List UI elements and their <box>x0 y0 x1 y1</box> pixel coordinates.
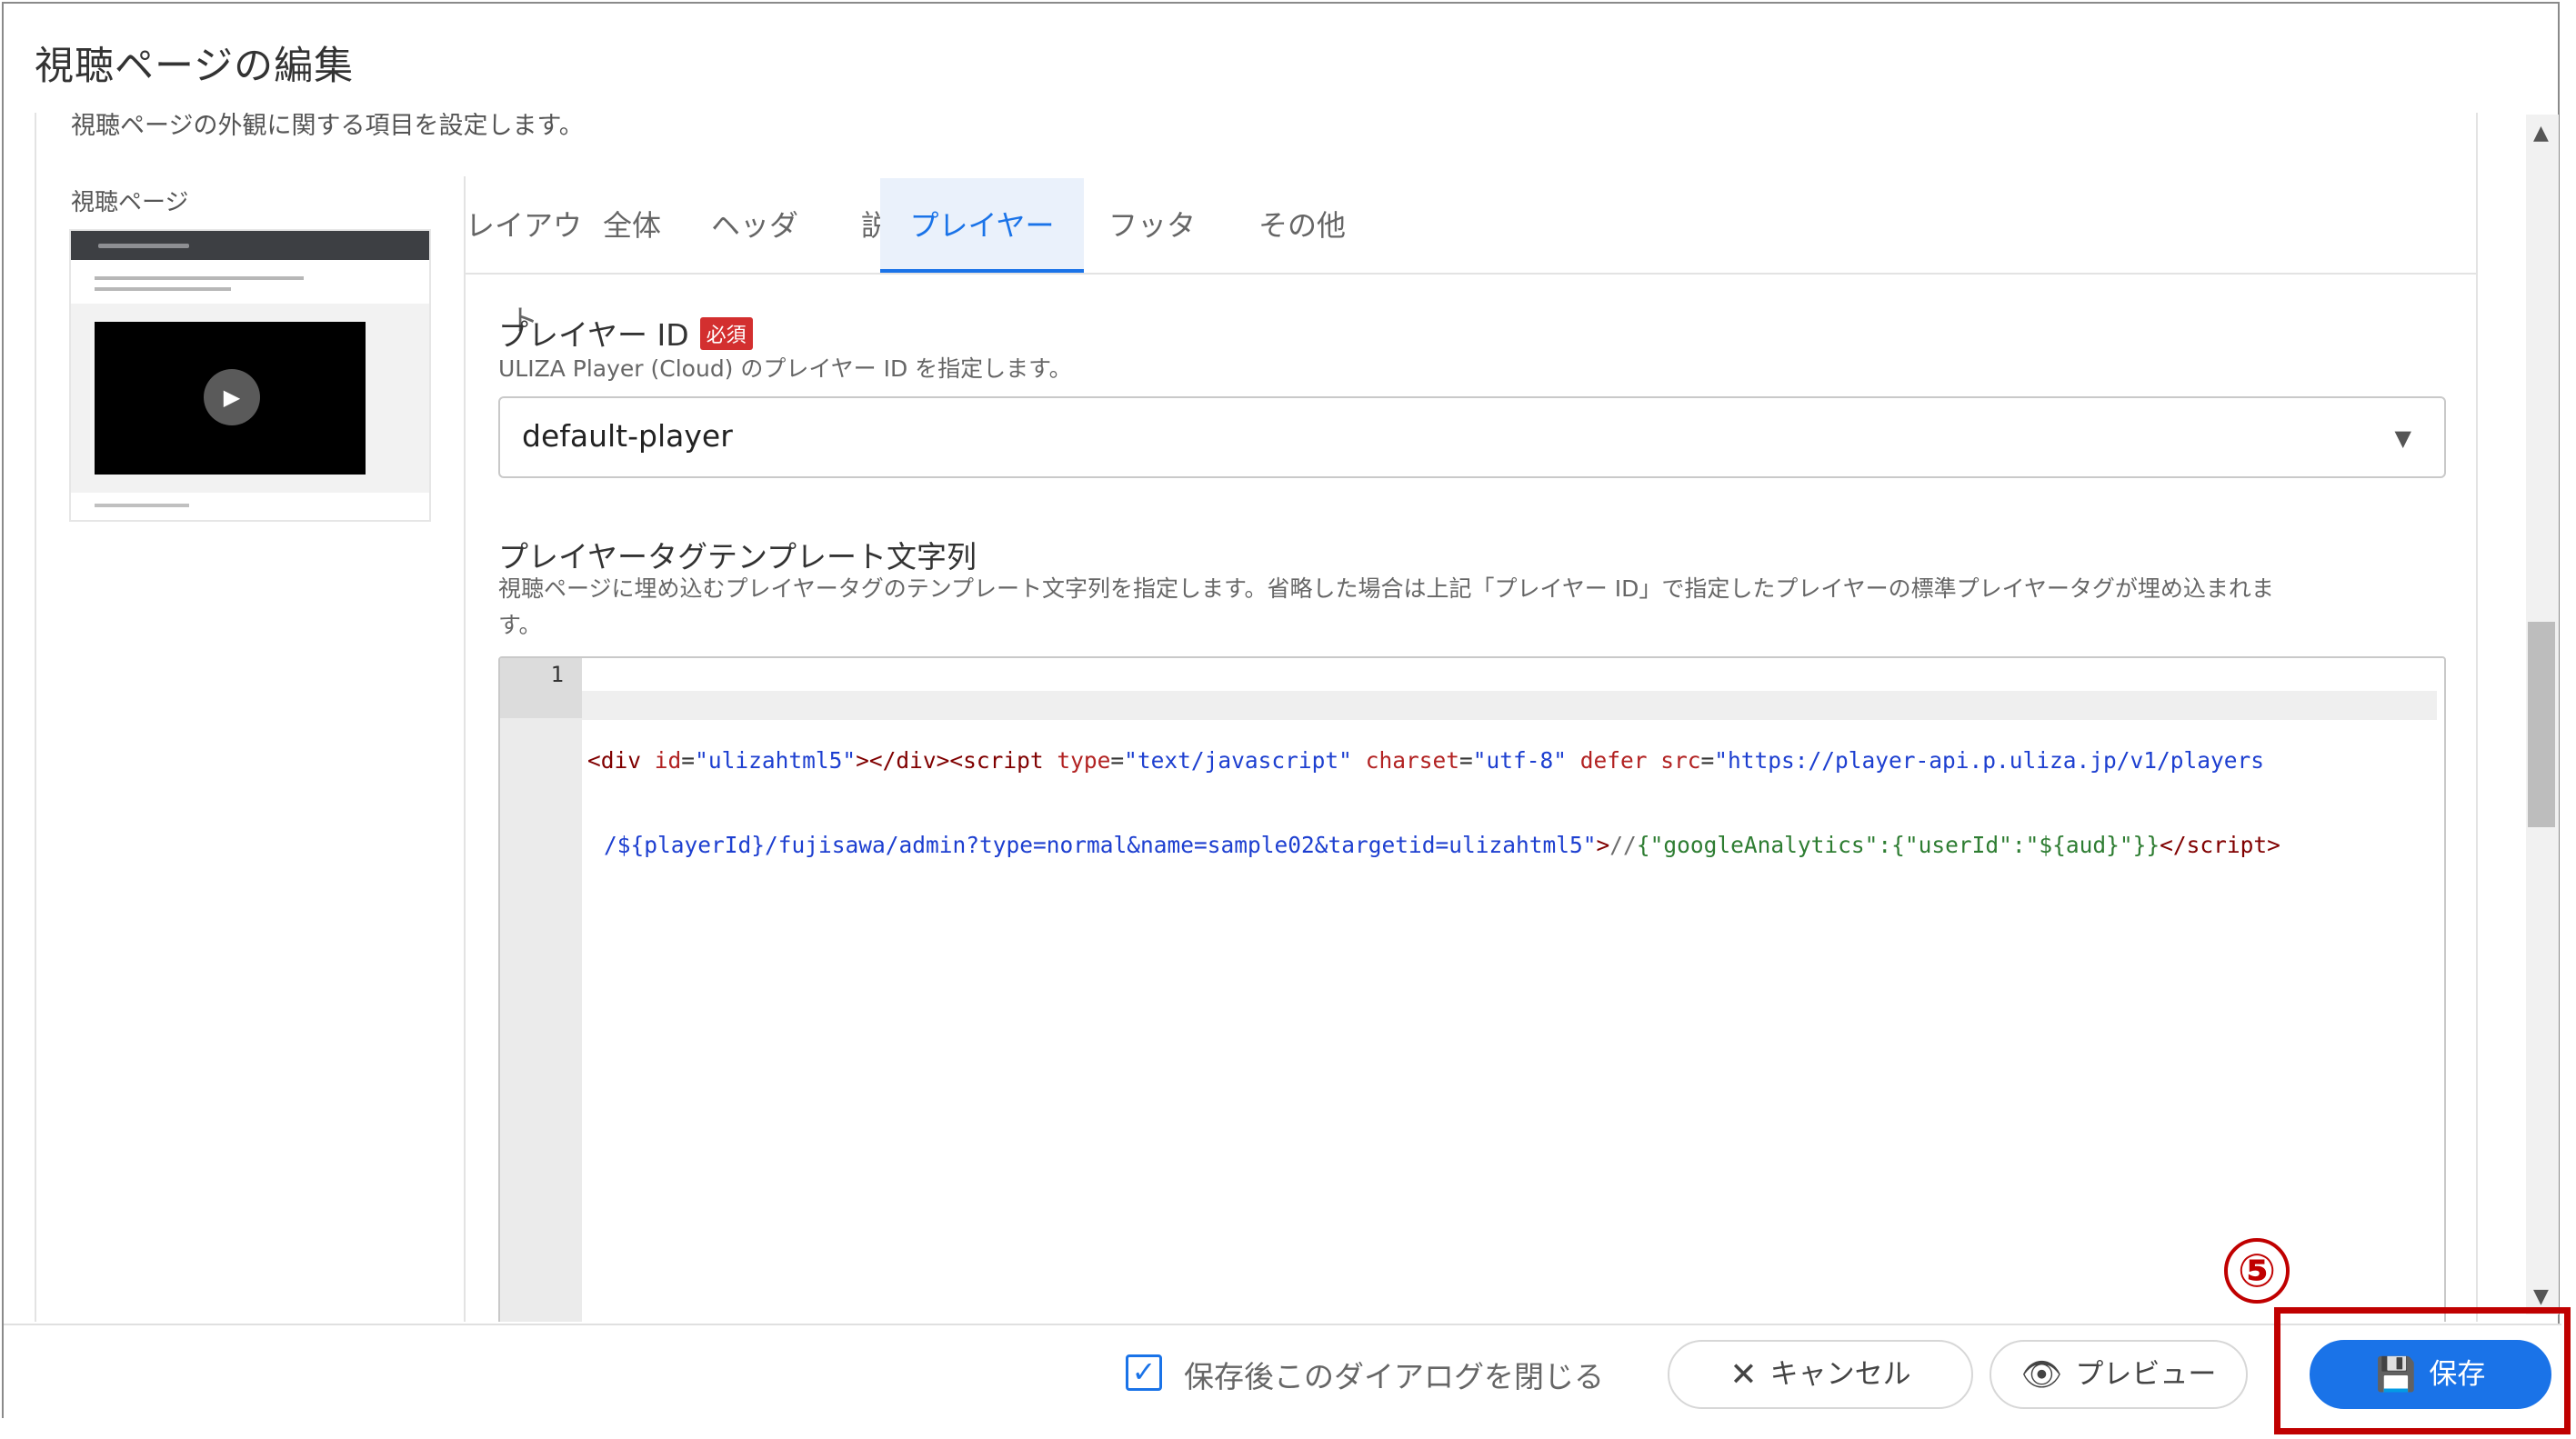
tab-layout[interactable]: レイアウト <box>466 178 582 337</box>
tab-footer[interactable]: フッタ <box>1084 178 1220 273</box>
page-preview-thumbnail: ▶ <box>69 229 431 522</box>
thumbnail-line <box>95 504 189 507</box>
checkmark-icon: ✓ <box>1131 1354 1157 1389</box>
dialog-title: 視聴ページの編集 <box>35 44 355 89</box>
thumbnail-video: ▶ <box>95 322 366 475</box>
preview-label: 視聴ページ <box>71 189 189 216</box>
cancel-button-label: キャンセル <box>1769 1358 1911 1391</box>
close-after-save-label[interactable]: 保存後このダイアログを閉じる <box>1184 1353 1604 1396</box>
eye-icon: 👁 <box>2020 1356 2063 1394</box>
thumbnail-line <box>95 287 231 291</box>
thumbnail-line <box>95 276 304 280</box>
player-id-label-text: プレイヤー ID <box>498 317 689 353</box>
template-help-line1: 視聴ページに埋め込むプレイヤータグのテンプレート文字列を指定します。省略した場合… <box>498 575 2274 602</box>
play-icon: ▶ <box>204 369 260 425</box>
template-help-line2: す。 <box>498 612 542 638</box>
template-code-editor[interactable]: 1 <div id="ulizahtml5"></div><script typ… <box>498 656 2446 1322</box>
edit-viewing-page-dialog: 視聴ページの編集 視聴ページの外観に関する項目を設定します。 視聴ページ ▶ レ… <box>2 2 2561 1418</box>
tab-player[interactable]: プレイヤー <box>880 178 1084 273</box>
required-badge: 必須 <box>699 317 753 350</box>
tab-general[interactable]: 全体 <box>582 178 682 273</box>
template-label: プレイヤータグテンプレート文字列 <box>498 539 977 575</box>
close-icon: ✕ <box>1729 1356 1758 1394</box>
code-line-1-wrap: /${playerId}/fujisawa/admin?type=normal&… <box>604 832 2280 858</box>
tab-header[interactable]: ヘッダ <box>682 178 827 273</box>
code-content[interactable]: <div id="ulizahtml5"></div><script type=… <box>582 662 2442 915</box>
line-number: 1 <box>550 662 564 687</box>
player-id-select[interactable]: default-player ▼ <box>498 396 2446 478</box>
preview-button[interactable]: 👁 プレビュー <box>1990 1340 2248 1409</box>
line-number-gutter: 1 <box>500 658 582 1322</box>
close-after-save-checkbox[interactable]: ✓ <box>1126 1354 1162 1391</box>
save-button-highlight-box <box>2274 1307 2571 1434</box>
column-divider <box>464 176 466 1322</box>
code-line-1: <div id="ulizahtml5"></div><script type=… <box>587 747 2265 774</box>
preview-button-label: プレビュー <box>2075 1358 2217 1391</box>
player-id-help: ULIZA Player (Cloud) のプレイヤー ID を指定します。 <box>498 355 1072 382</box>
settings-tabs: レイアウト 全体 ヘッダ 説明文 プレイヤー フッタ その他 <box>466 178 2476 337</box>
thumbnail-header-bar <box>71 231 429 260</box>
tab-other[interactable]: その他 <box>1220 178 1384 273</box>
dialog-content: 視聴ページの外観に関する項目を設定します。 視聴ページ ▶ レイアウト 全体 ヘ… <box>35 113 2478 1322</box>
caret-down-icon: ▼ <box>2394 425 2411 451</box>
dialog-footer: ✓ 保存後このダイアログを閉じる ✕ キャンセル 👁 プレビュー 💾 保存 <box>4 1324 2561 1418</box>
scroll-down-arrow-icon[interactable]: ▼ <box>2533 1285 2549 1308</box>
section-description: 視聴ページの外観に関する項目を設定します。 <box>71 113 584 140</box>
player-id-value: default-player <box>522 418 733 454</box>
step-number-annotation: ⑤ <box>2224 1238 2290 1304</box>
player-id-label: プレイヤー ID 必須 <box>498 311 753 355</box>
scroll-up-arrow-icon[interactable]: ▲ <box>2533 122 2549 145</box>
scrollbar-thumb[interactable] <box>2528 622 2555 827</box>
active-line-highlight <box>582 691 2437 720</box>
cancel-button[interactable]: ✕ キャンセル <box>1668 1340 1973 1409</box>
